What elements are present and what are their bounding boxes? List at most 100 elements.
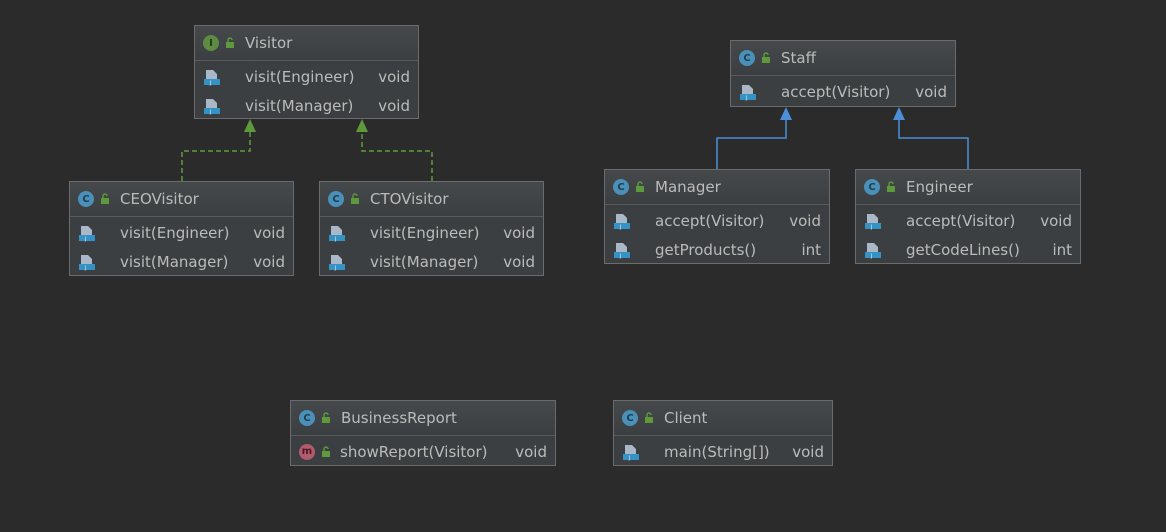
member-signature: visit(Engineer) (245, 67, 355, 86)
member-return-type: void (503, 223, 535, 242)
node-title: Client (664, 409, 708, 427)
edge-ctovisitor-implements-visitor (356, 119, 433, 181)
node-header: C BusinessReport (291, 401, 555, 436)
node-header: C Staff (731, 41, 955, 76)
class-node-client[interactable]: C Client J main(String[]) void (613, 400, 833, 466)
svg-text:J: J (628, 455, 630, 461)
member-row[interactable]: J getProducts() int (605, 235, 829, 264)
node-header: I Visitor (195, 26, 418, 61)
member-row[interactable]: J visit(Manager) void (320, 247, 543, 276)
svg-text:J: J (619, 253, 621, 259)
interface-icon: I (203, 35, 219, 51)
member-return-type: void (515, 442, 547, 461)
class-node-ctovisitor[interactable]: C CTOVisitor J visit(Engineer) void J vi… (319, 181, 544, 276)
method-file-icon: J (79, 225, 95, 242)
member-return-type: int (801, 240, 821, 259)
public-visibility-icon (101, 193, 109, 204)
class-node-staff[interactable]: C Staff J accept(Visitor) void (730, 40, 956, 107)
member-return-type: void (378, 96, 410, 115)
member-return-type: void (789, 211, 821, 230)
class-node-visitor[interactable]: I Visitor J visit(Engineer) void J visit… (194, 25, 419, 119)
method-file-icon: J (740, 84, 756, 101)
member-signature: getProducts() (655, 240, 757, 259)
member-signature: visit(Manager) (120, 252, 229, 271)
node-title: Manager (655, 178, 721, 196)
class-node-businessreport[interactable]: C BusinessReport m showReport(Visitor) v… (290, 400, 556, 466)
class-icon: C (613, 179, 629, 195)
member-signature: accept(Visitor) (906, 211, 1016, 230)
svg-text:J: J (209, 80, 211, 86)
extends-arrowhead (893, 107, 905, 120)
svg-text:J: J (84, 236, 86, 242)
public-visibility-icon (636, 181, 644, 192)
implements-arrowhead (244, 119, 256, 132)
edge-manager-extends-staff (716, 107, 792, 169)
implements-arrowhead (356, 119, 368, 132)
member-return-type: void (915, 82, 947, 101)
svg-text:J: J (745, 95, 747, 101)
method-file-icon: J (329, 254, 345, 271)
member-row[interactable]: J visit(Engineer) void (195, 62, 418, 91)
class-node-manager[interactable]: C Manager J accept(Visitor) void J getPr… (604, 169, 830, 264)
public-visibility-icon (322, 445, 330, 457)
member-row[interactable]: J accept(Visitor) void (605, 206, 829, 235)
node-title: Engineer (906, 178, 973, 196)
member-signature: visit(Engineer) (370, 223, 480, 242)
class-node-ceovisitor[interactable]: C CEOVisitor J visit(Engineer) void J vi… (69, 181, 294, 276)
member-signature: accept(Visitor) (781, 82, 891, 101)
node-title: BusinessReport (341, 409, 457, 427)
member-row[interactable]: J main(String[]) void (614, 437, 832, 466)
member-row[interactable]: J accept(Visitor) void (731, 77, 955, 106)
member-row[interactable]: J visit(Manager) void (70, 247, 293, 276)
class-node-engineer[interactable]: C Engineer J accept(Visitor) void J getC… (855, 169, 1081, 264)
method-file-icon: J (79, 254, 95, 271)
member-row[interactable]: J accept(Visitor) void (856, 206, 1080, 235)
public-visibility-icon (762, 52, 770, 63)
public-visibility-icon (887, 181, 895, 192)
member-return-type: void (253, 252, 285, 271)
svg-text:J: J (334, 236, 336, 242)
member-row[interactable]: J visit(Engineer) void (320, 218, 543, 247)
public-visibility-icon (322, 412, 330, 423)
member-row[interactable]: J visit(Engineer) void (70, 218, 293, 247)
member-signature: accept(Visitor) (655, 211, 765, 230)
node-title: Visitor (245, 34, 293, 52)
node-header: C CEOVisitor (70, 182, 293, 217)
edge-engineer-extends-staff (893, 107, 969, 169)
member-row[interactable]: J visit(Manager) void (195, 91, 418, 120)
method-icon: m (299, 443, 315, 460)
method-file-icon: J (865, 242, 881, 259)
member-return-type: void (792, 442, 824, 461)
member-signature: visit(Manager) (245, 96, 354, 115)
member-signature: visit(Manager) (370, 252, 479, 271)
svg-text:J: J (619, 224, 621, 230)
node-title: Staff (781, 49, 816, 67)
method-file-icon: J (623, 444, 639, 461)
node-header: C CTOVisitor (320, 182, 543, 217)
node-title: CEOVisitor (120, 190, 199, 208)
member-row[interactable]: J getCodeLines() int (856, 235, 1080, 264)
node-header: C Manager (605, 170, 829, 205)
public-visibility-icon (351, 193, 359, 204)
svg-text:J: J (334, 265, 336, 271)
member-row[interactable]: m showReport(Visitor) void (291, 437, 555, 466)
svg-text:J: J (209, 109, 211, 115)
member-return-type: int (1052, 240, 1072, 259)
svg-text:J: J (84, 265, 86, 271)
public-visibility-icon (226, 37, 234, 48)
class-icon: C (328, 191, 344, 207)
class-icon: C (864, 179, 880, 195)
member-signature: showReport(Visitor) (340, 442, 488, 461)
member-signature: visit(Engineer) (120, 223, 230, 242)
class-icon: C (78, 191, 94, 207)
member-signature: main(String[]) (664, 442, 770, 461)
svg-text:J: J (870, 253, 872, 259)
method-file-icon: J (204, 98, 220, 115)
member-return-type: void (1040, 211, 1072, 230)
method-file-icon: J (614, 242, 630, 259)
member-return-type: void (378, 67, 410, 86)
edge-ceovisitor-implements-visitor (181, 119, 256, 181)
node-title: CTOVisitor (370, 190, 449, 208)
method-file-icon: J (865, 213, 881, 230)
public-visibility-icon (645, 412, 653, 423)
